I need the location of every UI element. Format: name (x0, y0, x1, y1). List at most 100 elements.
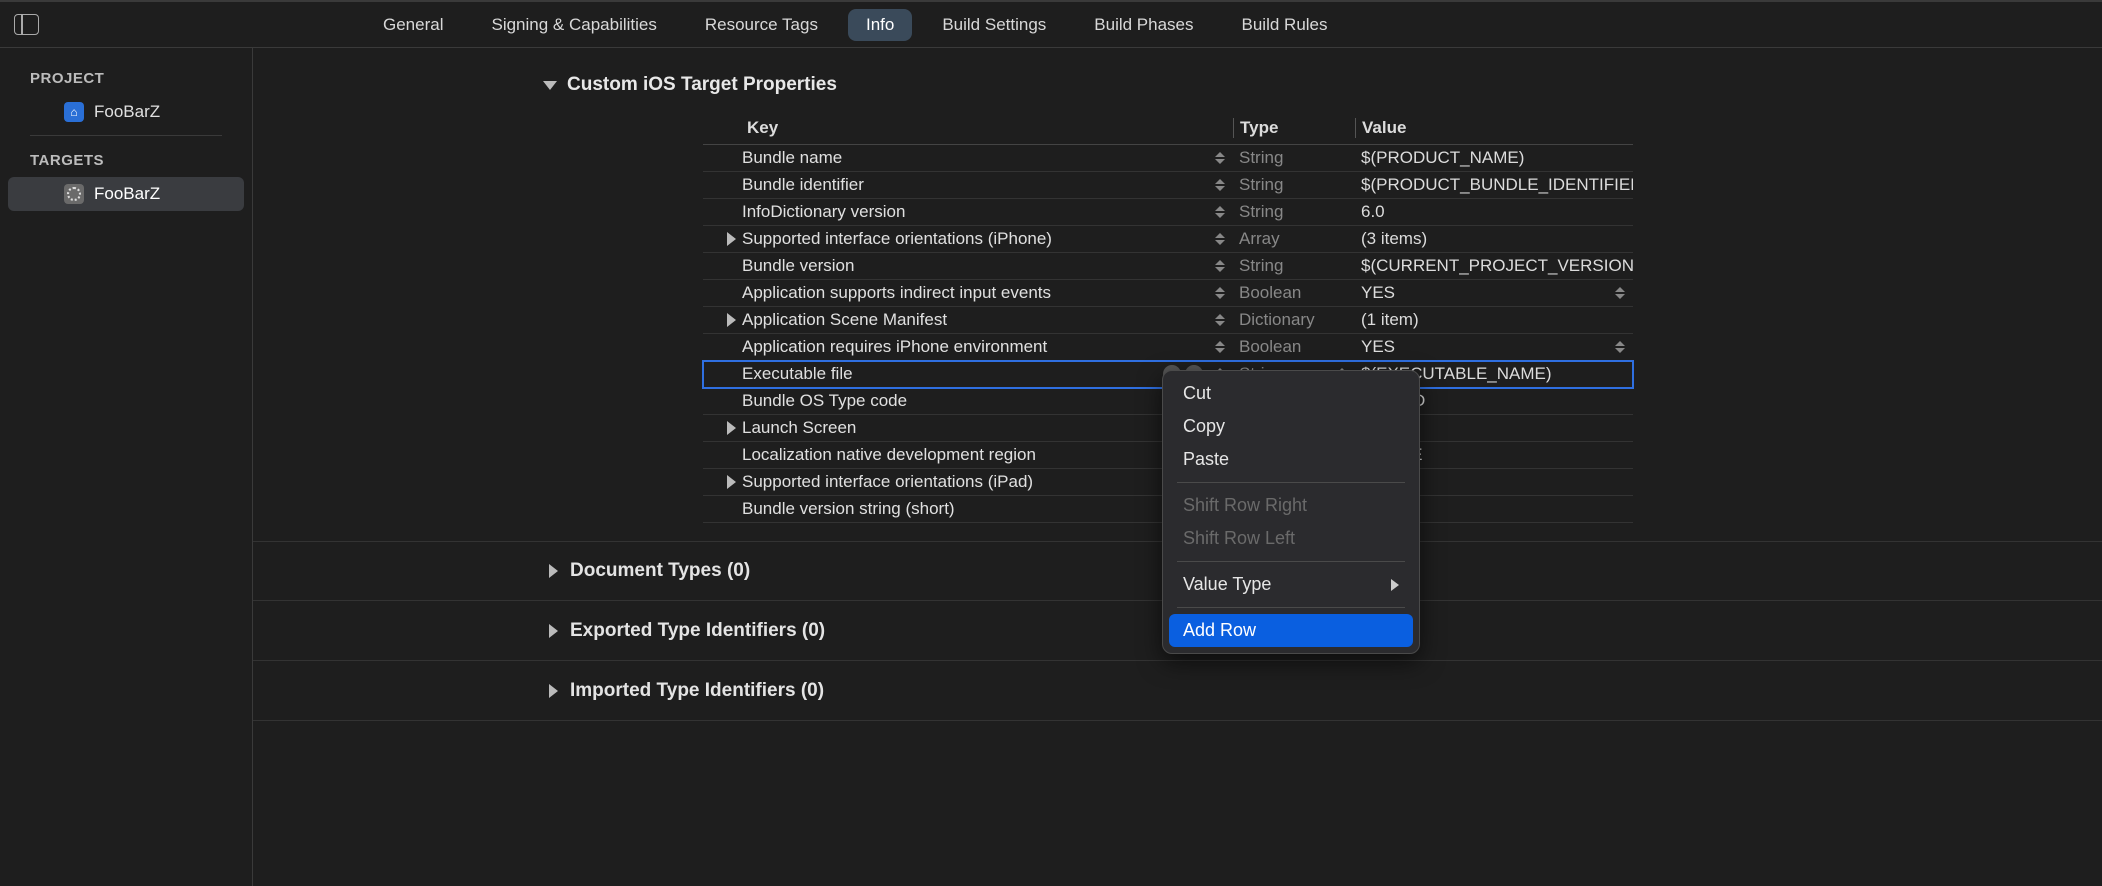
menu-item-add-row[interactable]: Add Row (1169, 614, 1413, 647)
table-row[interactable]: Application requires iPhone environmentB… (703, 334, 1633, 361)
key-label: Supported interface orientations (iPhone… (742, 229, 1052, 249)
stepper-icon[interactable] (1215, 150, 1227, 166)
key-label: Application Scene Manifest (742, 310, 947, 330)
key-label: Executable file (742, 364, 853, 384)
menu-item-value-type[interactable]: Value Type (1169, 568, 1413, 601)
table-row[interactable]: Supported interface orientations (iPhone… (703, 226, 1633, 253)
type-cell[interactable]: String (1233, 202, 1355, 222)
key-cell[interactable]: InfoDictionary version (703, 202, 1233, 222)
table-row[interactable]: Bundle identifierString$(PRODUCT_BUNDLE_… (703, 172, 1633, 199)
stepper-icon[interactable] (1215, 339, 1227, 355)
value-cell[interactable]: (3 items) (1355, 229, 1633, 249)
main-split: PROJECT ⌂ FooBarZ TARGETS FooBarZ Custom… (0, 48, 2102, 886)
section-title: Exported Type Identifiers (0) (570, 620, 825, 642)
chevron-right-icon[interactable] (727, 313, 736, 327)
stepper-icon[interactable] (1215, 204, 1227, 220)
stepper-icon[interactable] (1215, 312, 1227, 328)
chevron-right-icon[interactable] (549, 564, 558, 578)
key-cell[interactable]: Bundle version (703, 256, 1233, 276)
tab-info[interactable]: Info (848, 9, 912, 41)
chevron-down-icon (543, 81, 557, 90)
key-cell[interactable]: Bundle identifier (703, 175, 1233, 195)
stepper-icon[interactable] (1215, 258, 1227, 274)
type-cell[interactable]: Boolean (1233, 283, 1355, 303)
table-row[interactable]: Bundle versionString$(CURRENT_PROJECT_VE… (703, 253, 1633, 280)
section-title: Imported Type Identifiers (0) (570, 680, 824, 702)
value-cell[interactable]: (1 item) (1355, 310, 1633, 330)
tab-general[interactable]: General (365, 9, 461, 41)
stepper-icon[interactable] (1615, 285, 1627, 301)
key-cell[interactable]: Supported interface orientations (iPad) (703, 472, 1233, 492)
table-header-row: Key Type Value (703, 118, 1633, 145)
chevron-right-icon[interactable] (549, 624, 558, 638)
column-value[interactable]: Value (1355, 118, 1633, 138)
sidebar-target-item[interactable]: FooBarZ (8, 177, 244, 211)
type-cell[interactable]: String (1233, 256, 1355, 276)
key-label: Bundle version string (short) (742, 499, 955, 519)
stepper-icon[interactable] (1615, 339, 1627, 355)
tab-build-rules[interactable]: Build Rules (1224, 9, 1346, 41)
section-header-properties[interactable]: Custom iOS Target Properties (253, 74, 2102, 96)
chevron-right-icon (1391, 579, 1399, 591)
key-cell[interactable]: Application Scene Manifest (703, 310, 1233, 330)
key-cell[interactable]: Supported interface orientations (iPhone… (703, 229, 1233, 249)
section-header[interactable]: Imported Type Identifiers (0) (253, 661, 2102, 721)
tab-resource-tags[interactable]: Resource Tags (687, 9, 836, 41)
key-label: Bundle OS Type code (742, 391, 907, 411)
column-type[interactable]: Type (1233, 118, 1355, 138)
key-cell[interactable]: Application supports indirect input even… (703, 283, 1233, 303)
tab-signing-capabilities[interactable]: Signing & Capabilities (473, 9, 674, 41)
key-label: Application supports indirect input even… (742, 283, 1051, 303)
value-cell[interactable]: $(PRODUCT_BUNDLE_IDENTIFIER) (1355, 175, 1633, 195)
table-row[interactable]: Bundle name String$(PRODUCT_NAME) (703, 145, 1633, 172)
section-title: Document Types (0) (570, 560, 750, 582)
key-cell[interactable]: Localization native development region (703, 445, 1233, 465)
stepper-icon[interactable] (1215, 177, 1227, 193)
stepper-icon[interactable] (1215, 285, 1227, 301)
project-icon: ⌂ (64, 102, 84, 122)
chevron-right-icon[interactable] (727, 475, 736, 489)
chevron-right-icon[interactable] (727, 421, 736, 435)
table-row[interactable]: Application supports indirect input even… (703, 280, 1633, 307)
value-cell[interactable]: $(PRODUCT_NAME) (1355, 148, 1633, 168)
stepper-icon[interactable] (1215, 231, 1227, 247)
value-cell[interactable]: $(CURRENT_PROJECT_VERSION) (1355, 256, 1633, 276)
menu-item-shift-right: Shift Row Right (1169, 489, 1413, 522)
table-row[interactable]: InfoDictionary versionString6.0 (703, 199, 1633, 226)
key-cell[interactable]: Bundle name (703, 148, 1233, 168)
type-cell[interactable]: String (1233, 175, 1355, 195)
key-cell[interactable]: Application requires iPhone environment (703, 337, 1233, 357)
key-label: Launch Screen (742, 418, 856, 438)
section-title: Custom iOS Target Properties (567, 74, 837, 96)
tab-build-settings[interactable]: Build Settings (924, 9, 1064, 41)
menu-item-paste[interactable]: Paste (1169, 443, 1413, 476)
sidebar-project-item[interactable]: ⌂ FooBarZ (8, 95, 244, 129)
value-cell[interactable]: YES (1355, 283, 1633, 303)
type-cell[interactable]: String (1233, 148, 1355, 168)
context-menu: Cut Copy Paste Shift Row Right Shift Row… (1162, 370, 1420, 654)
type-cell[interactable]: Boolean (1233, 337, 1355, 357)
tab-build-phases[interactable]: Build Phases (1076, 9, 1211, 41)
key-cell[interactable]: Executable file+− (703, 364, 1233, 384)
chevron-right-icon[interactable] (549, 684, 558, 698)
target-icon (64, 184, 84, 204)
type-cell[interactable]: Dictionary (1233, 310, 1355, 330)
key-label: Bundle name (742, 148, 842, 168)
menu-item-cut[interactable]: Cut (1169, 377, 1413, 410)
column-key[interactable]: Key (703, 118, 1233, 138)
key-cell[interactable]: Bundle OS Type code (703, 391, 1233, 411)
menu-separator (1177, 561, 1405, 562)
type-cell[interactable]: Array (1233, 229, 1355, 249)
chevron-right-icon[interactable] (727, 232, 736, 246)
editor-tab-bar: General Signing & Capabilities Resource Ta… (0, 0, 2102, 48)
key-cell[interactable]: Launch Screen (703, 418, 1233, 438)
menu-separator (1177, 607, 1405, 608)
key-cell[interactable]: Bundle version string (short) (703, 499, 1233, 519)
sidebar-toggle-icon[interactable] (14, 14, 39, 35)
table-row[interactable]: Application Scene Manifest Dictionary(1 i… (703, 307, 1633, 334)
menu-separator (1177, 482, 1405, 483)
menu-item-copy[interactable]: Copy (1169, 410, 1413, 443)
sidebar-project-label: FooBarZ (94, 102, 160, 122)
value-cell[interactable]: YES (1355, 337, 1633, 357)
value-cell[interactable]: 6.0 (1355, 202, 1633, 222)
